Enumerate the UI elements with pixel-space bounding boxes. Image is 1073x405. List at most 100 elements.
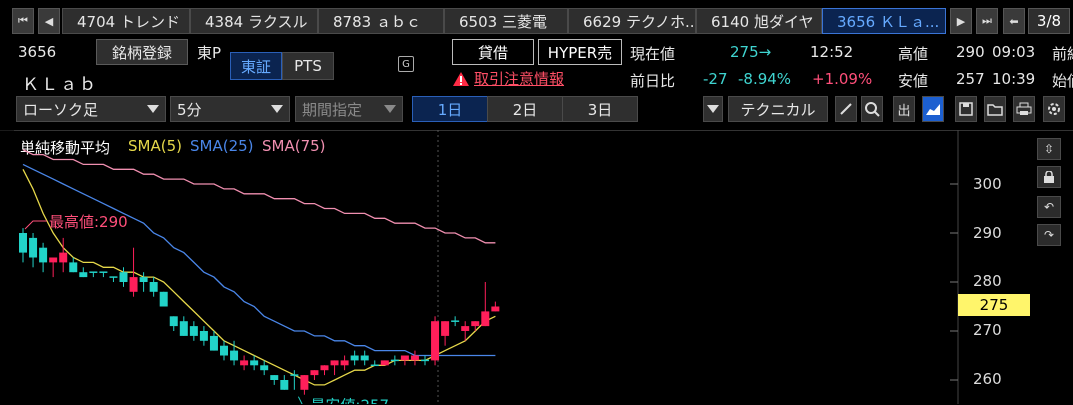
min-arrow: [297, 396, 303, 404]
candle-body: [139, 277, 148, 282]
y-tick-300: 300: [973, 175, 1002, 193]
back-arrow-icon: ⬅: [1009, 14, 1019, 28]
candle-body: [19, 233, 27, 253]
candle-body: [209, 335, 218, 351]
draw-line-button[interactable]: [835, 96, 857, 122]
current-price-label: 現在値: [630, 45, 676, 63]
candle-body: [400, 355, 409, 361]
sma25-line: [22, 163, 496, 357]
collapse-button[interactable]: ⇳: [1037, 138, 1061, 160]
warning-label: 取引注意情報: [474, 70, 565, 88]
chevron-down-icon: [384, 105, 396, 113]
tab-6503[interactable]: 6503 三菱電: [444, 8, 568, 34]
candle-body: [360, 355, 369, 361]
tab-6140[interactable]: 6140 旭ダイヤ: [696, 8, 822, 34]
range-1d-label: 1日: [437, 100, 463, 119]
candle-body: [129, 277, 138, 292]
open-folder-button[interactable]: [984, 96, 1006, 122]
exchange-pts-button[interactable]: PTS: [282, 52, 334, 80]
candle-body: [79, 272, 88, 278]
stock-tab-bar: ⏮ ◀ 4704 トレンド 4384 ラクスル 8783 ａｂｃ 6503 三菱…: [0, 0, 1073, 38]
change-label: 前日比: [630, 72, 676, 90]
output-button[interactable]: 出: [893, 96, 915, 122]
print-button[interactable]: [1013, 96, 1035, 122]
y-tick-270: 270: [973, 321, 1002, 339]
settings-button[interactable]: [1043, 96, 1065, 122]
tab-label: 6140 旭ダイヤ: [711, 12, 814, 31]
candle-body: [119, 272, 128, 282]
period-select[interactable]: 期間指定: [295, 96, 403, 122]
lending-label: 貸借: [477, 43, 508, 62]
candle-body: [39, 247, 48, 263]
range-3d-button[interactable]: 3日: [562, 96, 638, 122]
magnifier-icon: [865, 102, 880, 117]
tab-3656[interactable]: 3656 ＫＬａ...: [822, 8, 946, 34]
range-2d-button[interactable]: 2日: [487, 96, 563, 122]
candle-body: [340, 360, 349, 366]
interval-select[interactable]: 5分: [170, 96, 290, 122]
tab-label: 6503 三菱電: [459, 12, 547, 31]
growth-badge: G: [398, 56, 414, 72]
output-label: 出: [897, 103, 911, 119]
candle-body: [280, 380, 289, 390]
min-price-annotation: 最安値:257: [310, 397, 389, 404]
floppy-icon: [959, 102, 973, 116]
candle-body: [29, 237, 38, 258]
candle-body: [380, 360, 389, 366]
undo-button[interactable]: ↶: [1037, 196, 1061, 218]
change-value: -27: [703, 70, 728, 88]
candle-body: [199, 331, 208, 341]
first-tab-button[interactable]: ⏮: [12, 8, 34, 34]
candle-body: [320, 365, 329, 371]
trade-warning-link[interactable]: 取引注意情報: [452, 68, 564, 89]
prev-tab-button[interactable]: ◀: [38, 8, 60, 34]
current-price-time: 12:52: [810, 43, 854, 61]
technical-button[interactable]: テクニカル: [728, 96, 828, 122]
low-value: 257: [956, 70, 985, 88]
candle-body: [230, 350, 239, 361]
candle-body: [149, 282, 158, 292]
market-label: 東P: [197, 44, 222, 62]
y-tick-260: 260: [973, 370, 1002, 388]
candle-body: [410, 355, 419, 361]
back-button[interactable]: ⬅: [1003, 8, 1025, 34]
prev-close-label: 前終: [1052, 45, 1073, 63]
tab-4384[interactable]: 4384 ラクスル: [190, 8, 318, 34]
open-label: 始値: [1052, 72, 1073, 90]
tab-4704[interactable]: 4704 トレンド: [62, 8, 190, 34]
undo-icon: ↶: [1043, 200, 1055, 214]
next-tab-button[interactable]: ▶: [950, 8, 972, 34]
pts-label: PTS: [294, 57, 322, 75]
tab-label: 3656 ＫＬａ...: [837, 12, 940, 31]
candle-body: [310, 370, 319, 376]
candle-body: [220, 345, 228, 356]
chart-type-select[interactable]: ローソク足: [16, 96, 166, 122]
chart-type-value: ローソク足: [23, 100, 99, 119]
current-price-tag: 275: [958, 294, 1030, 316]
printer-icon: [1016, 102, 1032, 115]
save-button[interactable]: [955, 96, 977, 122]
zoom-button[interactable]: [861, 96, 883, 122]
low-label: 安値: [898, 72, 929, 90]
tse-label: 東証: [240, 57, 271, 76]
skip-last-icon: ⏭: [982, 14, 992, 27]
register-label: 銘柄登録: [111, 43, 172, 62]
exchange-tse-button[interactable]: 東証: [230, 52, 282, 80]
range-1d-button[interactable]: 1日: [412, 96, 488, 122]
technical-dropdown-button[interactable]: [703, 96, 723, 122]
low-time: 10:39: [992, 70, 1036, 88]
y-tick-280: 280: [973, 272, 1002, 290]
redo-button[interactable]: ↷: [1037, 224, 1061, 246]
chart-style-button[interactable]: [922, 96, 944, 122]
register-stock-button[interactable]: 銘柄登録: [96, 39, 188, 65]
lock-button[interactable]: [1037, 166, 1061, 188]
chevron-down-icon: [271, 105, 283, 113]
candlestick-chart[interactable]: 最高値:290 最安値:257: [0, 130, 960, 404]
candle-body: [189, 326, 198, 336]
last-tab-button[interactable]: ⏭: [976, 8, 998, 34]
candle-body: [49, 257, 58, 263]
tab-8783[interactable]: 8783 ａｂｃ: [318, 8, 444, 34]
sma5-line: [22, 169, 496, 386]
tab-6629[interactable]: 6629 テクノホ...: [568, 8, 696, 34]
skip-first-icon: ⏮: [18, 14, 28, 27]
